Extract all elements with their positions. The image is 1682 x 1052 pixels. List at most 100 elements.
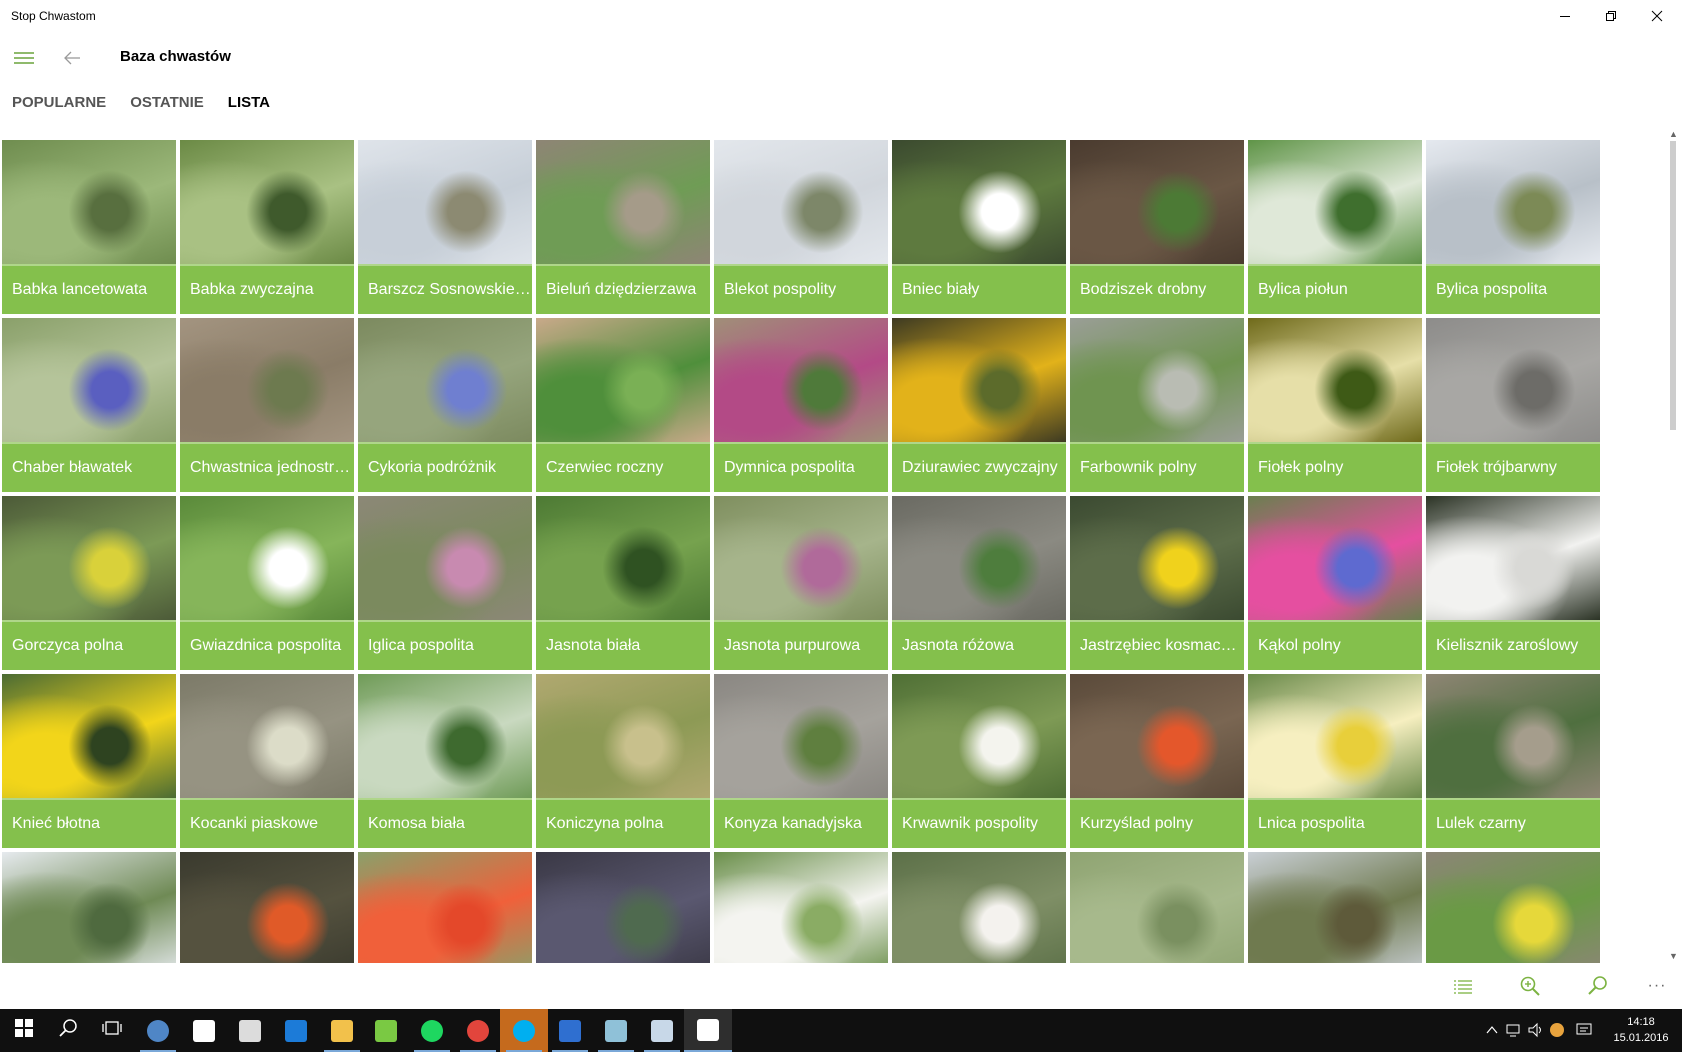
taskbar-app-paint-button[interactable] [638, 1009, 686, 1052]
plant-photo [2, 140, 176, 264]
more-options-button[interactable]: ··· [1640, 971, 1674, 1001]
plant-tile[interactable]: Jasnota biała [536, 496, 710, 670]
hamburger-icon [14, 52, 34, 64]
plant-name: Knieć błotna [2, 798, 176, 848]
clock[interactable]: 14:18 15.01.2016 [1606, 1014, 1676, 1046]
chevron-up-icon[interactable] [1486, 1025, 1498, 1035]
plant-photo [536, 852, 710, 963]
plant-tile[interactable] [1070, 852, 1244, 963]
plant-tile[interactable]: Cykoria podróżnik [358, 318, 532, 492]
taskbar-start-button[interactable] [0, 1009, 48, 1052]
plant-tile[interactable]: Babka zwyczajna [180, 140, 354, 314]
plant-tile[interactable]: Jasnota różowa [892, 496, 1066, 670]
plant-tile[interactable]: Chwastnica jednostronna [180, 318, 354, 492]
taskbar-app-blue-button[interactable] [546, 1009, 594, 1052]
plant-tile[interactable]: Komosa biała [358, 674, 532, 848]
plant-tile[interactable]: Czerwiec roczny [536, 318, 710, 492]
taskbar-search-button[interactable] [44, 1009, 92, 1052]
plant-tile[interactable]: Fiołek polny [1248, 318, 1422, 492]
list-view-button[interactable] [1446, 971, 1480, 1001]
taskbar-edge-button[interactable] [272, 1009, 320, 1052]
plant-tile[interactable] [1248, 852, 1422, 963]
plant-name: Kurzyślad polny [1070, 798, 1244, 848]
plant-tile[interactable]: Koniczyna polna [536, 674, 710, 848]
plant-tile[interactable]: Lulek czarny [1426, 674, 1600, 848]
plant-tile[interactable]: Jastrzębiec kosmaczek [1070, 496, 1244, 670]
plant-tile[interactable]: Kocanki piaskowe [180, 674, 354, 848]
taskbar-app-notes-button[interactable] [592, 1009, 640, 1052]
plant-tile[interactable] [536, 852, 710, 963]
zoom-button[interactable] [1513, 971, 1547, 1001]
plant-tile[interactable] [2, 852, 176, 963]
plant-tile[interactable]: Lnica pospolita [1248, 674, 1422, 848]
plant-tile[interactable]: Babka lancetowata [2, 140, 176, 314]
taskbar-spotify-button[interactable] [408, 1009, 456, 1052]
notification-icon[interactable] [1576, 1022, 1592, 1038]
plant-tile[interactable] [358, 852, 532, 963]
plant-tile[interactable]: Krwawnik pospolity [892, 674, 1066, 848]
plant-tile[interactable]: Kąkol polny [1248, 496, 1422, 670]
close-button[interactable] [1634, 0, 1680, 32]
search-button[interactable] [1581, 971, 1615, 1001]
plant-tile[interactable]: Chaber bławatek [2, 318, 176, 492]
plant-tile[interactable]: Gorczyca polna [2, 496, 176, 670]
skype-icon [513, 1019, 535, 1042]
back-button[interactable] [56, 44, 88, 72]
plant-tile[interactable] [892, 852, 1066, 963]
taskbar-chrome-button[interactable] [454, 1009, 502, 1052]
tab-ostatnie[interactable]: OSTATNIE [130, 94, 204, 120]
app-notes-icon [605, 1019, 627, 1042]
scrollbar-thumb[interactable] [1670, 141, 1676, 430]
hamburger-button[interactable] [8, 44, 40, 72]
plant-photo [358, 318, 532, 442]
plant-photo [1248, 140, 1422, 264]
tab-popularne[interactable]: POPULARNE [12, 94, 106, 120]
taskbar-task-view-button[interactable] [88, 1009, 136, 1052]
plant-name: Jastrzębiec kosmaczek [1070, 620, 1244, 670]
plant-tile[interactable]: Kurzyślad polny [1070, 674, 1244, 848]
plant-tile[interactable]: Konyza kanadyjska [714, 674, 888, 848]
tab-lista[interactable]: LISTA [228, 94, 270, 120]
plant-photo [536, 496, 710, 620]
plant-tile[interactable]: Bylica piołun [1248, 140, 1422, 314]
plant-tile[interactable]: Farbownik polny [1070, 318, 1244, 492]
plant-tile[interactable]: Barszcz Sosnowskiego [358, 140, 532, 314]
taskbar-notepad-button[interactable] [362, 1009, 410, 1052]
plant-photo [892, 318, 1066, 442]
plant-tile[interactable] [714, 852, 888, 963]
plant-tile[interactable]: Iglica pospolita [358, 496, 532, 670]
taskbar-stop-chwastom-button[interactable] [684, 1009, 732, 1052]
window-title: Stop Chwastom [11, 9, 96, 23]
plant-tile[interactable]: Dziurawiec zwyczajny [892, 318, 1066, 492]
taskbar-skype-button[interactable] [500, 1009, 548, 1052]
network-icon[interactable] [1506, 1022, 1522, 1038]
plant-tile[interactable] [1426, 852, 1600, 963]
taskbar-thunderbird-button[interactable] [134, 1009, 182, 1052]
plant-tile[interactable]: Bylica pospolita [1426, 140, 1600, 314]
minimize-button[interactable] [1542, 0, 1588, 32]
plant-tile[interactable]: Bodziszek drobny [1070, 140, 1244, 314]
plant-tile[interactable]: Blekot pospolity [714, 140, 888, 314]
plant-tile[interactable]: Bieluń dziędzierzawa [536, 140, 710, 314]
plant-tile[interactable]: Bniec biały [892, 140, 1066, 314]
ellipsis-icon: ··· [1647, 977, 1667, 994]
plant-tile[interactable]: Gwiazdnica pospolita [180, 496, 354, 670]
notepad-icon [375, 1019, 397, 1042]
plant-tile[interactable]: Kielisznik zaroślowy [1426, 496, 1600, 670]
plant-tile[interactable]: Jasnota purpurowa [714, 496, 888, 670]
scroll-up-icon[interactable]: ▲ [1669, 129, 1678, 139]
nav-bar: Baza chwastów [0, 38, 1682, 78]
restore-button[interactable] [1588, 0, 1634, 32]
volume-icon[interactable] [1528, 1022, 1544, 1038]
taskbar-file-explorer-button[interactable] [318, 1009, 366, 1052]
plant-tile[interactable]: Dymnica pospolita [714, 318, 888, 492]
scroll-down-icon[interactable]: ▼ [1669, 951, 1678, 961]
taskbar-printer-button[interactable] [226, 1009, 274, 1052]
weed-grid: Babka lancetowata Babka zwyczajna Barszcz … [2, 140, 1600, 963]
plant-tile[interactable]: Fiołek trójbarwny [1426, 318, 1600, 492]
plant-tile[interactable] [180, 852, 354, 963]
plant-photo [536, 674, 710, 798]
plant-tile[interactable]: Knieć błotna [2, 674, 176, 848]
app-tray-icon[interactable] [1550, 1023, 1564, 1037]
taskbar-store-button[interactable] [180, 1009, 228, 1052]
